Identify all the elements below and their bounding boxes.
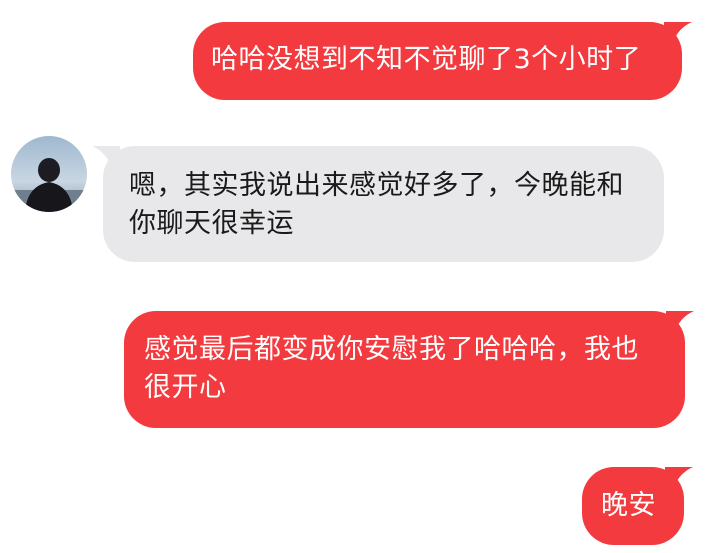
message-outgoing[interactable]: 哈哈没想到不知不觉聊了3个小时了 <box>193 22 682 100</box>
message-incoming[interactable]: 嗯，其实我说出来感觉好多了，今晚能和你聊天很幸运 <box>103 146 664 262</box>
message-text: 感觉最后都变成你安慰我了哈哈哈，我也很开心 <box>144 334 639 403</box>
message-outgoing[interactable]: 晚安 <box>582 467 684 545</box>
message-outgoing[interactable]: 感觉最后都变成你安慰我了哈哈哈，我也很开心 <box>124 311 685 428</box>
chat-thread: 哈哈没想到不知不觉聊了3个小时了 嗯，其实我说出来感觉好多了，今晚能和你聊天很幸… <box>0 0 708 553</box>
message-text: 哈哈没想到不知不觉聊了3个小时了 <box>211 44 642 75</box>
contact-avatar[interactable] <box>11 136 87 212</box>
person-silhouette-avatar-icon <box>11 136 87 212</box>
message-text: 晚安 <box>601 490 656 521</box>
message-text: 嗯，其实我说出来感觉好多了，今晚能和你聊天很幸运 <box>129 170 624 239</box>
